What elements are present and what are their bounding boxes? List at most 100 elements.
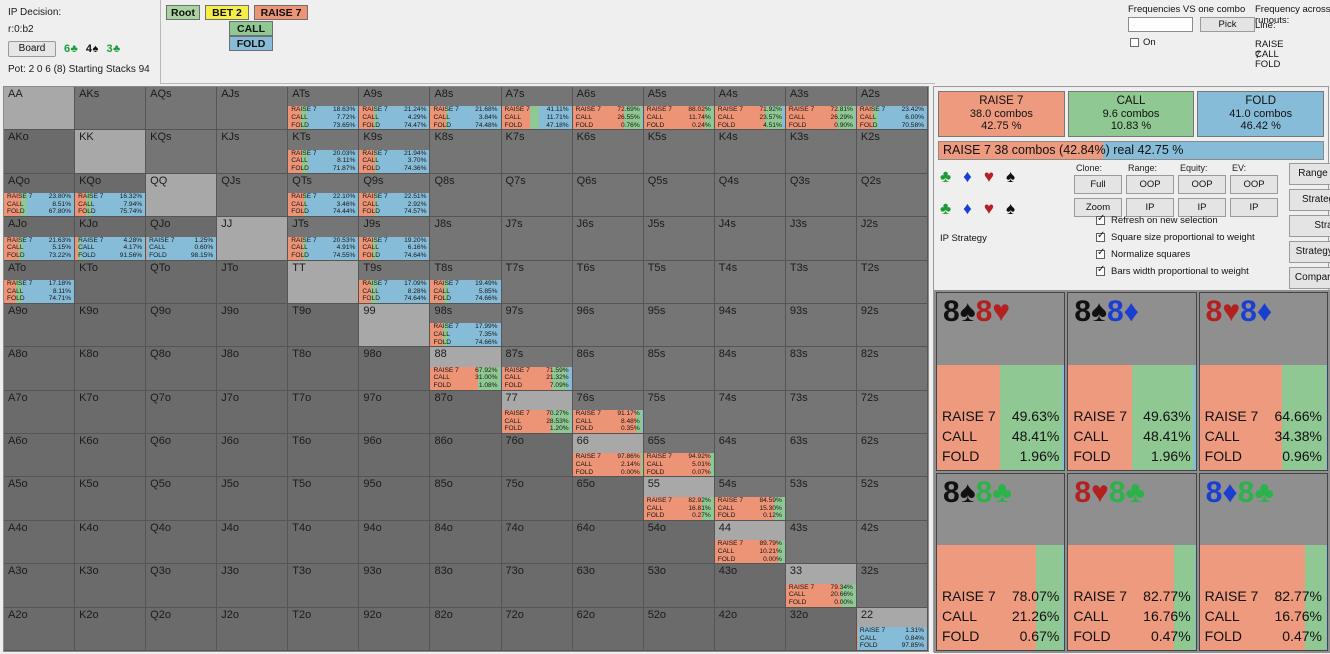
range-cell[interactable]: 76sRAISE 791.17%CALL8.48%FOLD0.35% (573, 391, 644, 434)
strategy-ev-button[interactable]: Strategy + EV (1289, 189, 1330, 211)
range-cell[interactable]: QTo (146, 261, 217, 304)
range-cell[interactable]: K5s (644, 130, 715, 173)
range-cell[interactable]: AA (4, 87, 75, 130)
range-cell[interactable]: Q9o (146, 304, 217, 347)
range-cell[interactable]: 22RAISE 71.31%CALL0.84%FOLD97.85% (857, 608, 928, 651)
suit-filter-row-1[interactable]: ♣ ♦ ♥ ♠ (940, 167, 1035, 187)
range-cell[interactable]: 62s (857, 434, 928, 477)
combo-card[interactable]: 8♥8♣RAISE 782.77%CALL16.76%FOLD0.47% (1067, 473, 1196, 652)
range-cell[interactable]: T5o (288, 477, 359, 520)
range-cell[interactable]: 96o (359, 434, 430, 477)
range-cell[interactable]: 88RAISE 767.92%CALL31.00%FOLD1.08% (430, 347, 501, 390)
range-cell[interactable]: A2o (4, 608, 75, 651)
range-cell[interactable]: JTsRAISE 720.53%CALL4.91%FOLD74.55% (288, 217, 359, 260)
range-cell[interactable]: 74s (715, 391, 786, 434)
pick-button[interactable]: Pick (1200, 17, 1255, 32)
range-cell[interactable]: 95o (359, 477, 430, 520)
range-cell[interactable]: 87sRAISE 771.59%CALL21.32%FOLD7.09% (502, 347, 573, 390)
range-cell[interactable]: 55RAISE 782.92%CALL16.81%FOLD0.27% (644, 477, 715, 520)
range-cell[interactable]: 52o (644, 608, 715, 651)
range-cell[interactable]: 43o (715, 564, 786, 607)
range-cell[interactable]: K4o (75, 521, 146, 564)
range-cell[interactable]: Q2s (857, 174, 928, 217)
range-cell[interactable]: 75s (644, 391, 715, 434)
range-cell[interactable]: J6o (217, 434, 288, 477)
range-cell[interactable]: K5o (75, 477, 146, 520)
range-cell[interactable]: 73o (502, 564, 573, 607)
range-cell[interactable]: 84s (715, 347, 786, 390)
range-cell[interactable]: A9o (4, 304, 75, 347)
range-cell[interactable]: 43s (786, 521, 857, 564)
range-cell[interactable]: A6sRAISE 772.69%CALL26.55%FOLD0.76% (573, 87, 644, 130)
range-cell[interactable]: A4sRAISE 771.92%CALL23.57%FOLD4.51% (715, 87, 786, 130)
range-cell[interactable]: ATsRAISE 718.63%CALL7.72%FOLD73.65% (288, 87, 359, 130)
range-cell[interactable]: 32o (786, 608, 857, 651)
range-cell[interactable]: J3o (217, 564, 288, 607)
range-cell[interactable]: Q5o (146, 477, 217, 520)
spade-icon[interactable]: ♠ (1006, 167, 1015, 187)
range-cell[interactable]: J2o (217, 608, 288, 651)
range-cell[interactable]: 64o (573, 521, 644, 564)
range-explorer-button[interactable]: Range Explorer (1289, 163, 1330, 185)
checkbox-refresh-on-new-selection[interactable]: Refresh on new selection (1096, 215, 1255, 226)
range-cell[interactable]: AJs (217, 87, 288, 130)
checkbox-normalize-squares[interactable]: Normalize squares (1096, 249, 1255, 260)
range-cell[interactable]: J3s (786, 217, 857, 260)
club-icon[interactable]: ♣ (940, 167, 951, 187)
range-cell[interactable]: J8s (430, 217, 501, 260)
range-cell[interactable]: QQ (146, 174, 217, 217)
range-cell[interactable]: 94s (715, 304, 786, 347)
range-cell[interactable]: T7o (288, 391, 359, 434)
range-cell[interactable]: T4s (715, 261, 786, 304)
range-cell[interactable]: QJs (217, 174, 288, 217)
range-cell[interactable]: 53o (644, 564, 715, 607)
range-cell[interactable]: KQs (146, 130, 217, 173)
range-cell[interactable]: 94o (359, 521, 430, 564)
tree-node-bet[interactable]: BET 2 (205, 5, 249, 20)
range-cell[interactable]: 97s (502, 304, 573, 347)
range-cell[interactable]: K7s (502, 130, 573, 173)
spade-icon-2[interactable]: ♠ (1006, 199, 1015, 219)
tree-node-call[interactable]: CALL (229, 21, 273, 36)
combo-card[interactable]: 8♦8♣RAISE 782.77%CALL16.76%FOLD0.47% (1199, 473, 1328, 652)
range-cell[interactable]: JTo (217, 261, 288, 304)
range-cell[interactable]: 77RAISE 770.27%CALL28.53%FOLD1.20% (502, 391, 573, 434)
range-cell[interactable]: K8s (430, 130, 501, 173)
range-cell[interactable]: AKo (4, 130, 75, 173)
range-cell[interactable]: KJoRAISE 74.28%CALL4.17%FOLD91.56% (75, 217, 146, 260)
combo-card[interactable]: 8♠8♥RAISE 749.63%CALL48.41%FOLD1.96% (936, 292, 1065, 471)
range-cell[interactable]: Q6s (573, 174, 644, 217)
strategy-react-button[interactable]: Strategy + React (1289, 241, 1330, 263)
range-cell[interactable]: AQs (146, 87, 217, 130)
range-cell[interactable]: QJoRAISE 71.25%CALL0.60%FOLD98.15% (146, 217, 217, 260)
heart-icon[interactable]: ♥ (984, 167, 994, 187)
range-cell[interactable]: K9o (75, 304, 146, 347)
check-icon-bars-width[interactable] (1096, 267, 1105, 276)
range-cell[interactable]: TT (288, 261, 359, 304)
range-cell[interactable]: J9o (217, 304, 288, 347)
range-cell[interactable]: 66RAISE 797.86%CALL2.14%FOLD0.00% (573, 434, 644, 477)
combo-card[interactable]: 8♠8♣RAISE 778.07%CALL21.26%FOLD0.67% (936, 473, 1065, 652)
range-cell[interactable]: 99 (359, 304, 430, 347)
range-cell[interactable]: 87o (430, 391, 501, 434)
range-cell[interactable]: K2s (857, 130, 928, 173)
range-cell[interactable]: J9sRAISE 719.20%CALL6.16%FOLD74.64% (359, 217, 430, 260)
range-cell[interactable]: AToRAISE 717.18%CALL8.11%FOLD74.71% (4, 261, 75, 304)
range-cell[interactable]: 76o (502, 434, 573, 477)
range-cell[interactable]: K6s (573, 130, 644, 173)
equity-oop-button[interactable]: OOP (1178, 175, 1226, 194)
range-cell[interactable]: 83s (786, 347, 857, 390)
suit-filter-row-2[interactable]: ♣ ♦ ♥ ♠ (940, 199, 1035, 219)
range-cell[interactable]: KQoRAISE 716.32%CALL7.94%FOLD75.74% (75, 174, 146, 217)
range-cell[interactable]: AKs (75, 87, 146, 130)
diamond-icon[interactable]: ♦ (963, 167, 972, 187)
range-cell[interactable]: 42o (715, 608, 786, 651)
range-cell[interactable]: Q3o (146, 564, 217, 607)
tree-node-raise[interactable]: RAISE 7 (254, 5, 308, 20)
range-cell[interactable]: 92s (857, 304, 928, 347)
range-cell[interactable]: J4o (217, 521, 288, 564)
range-cell[interactable]: A3sRAISE 772.81%CALL26.29%FOLD0.90% (786, 87, 857, 130)
combo-card[interactable]: 8♠8♦RAISE 749.63%CALL48.41%FOLD1.96% (1067, 292, 1196, 471)
range-cell[interactable]: 82o (430, 608, 501, 651)
compare-actions-button[interactable]: Compare Actions (1289, 267, 1330, 289)
